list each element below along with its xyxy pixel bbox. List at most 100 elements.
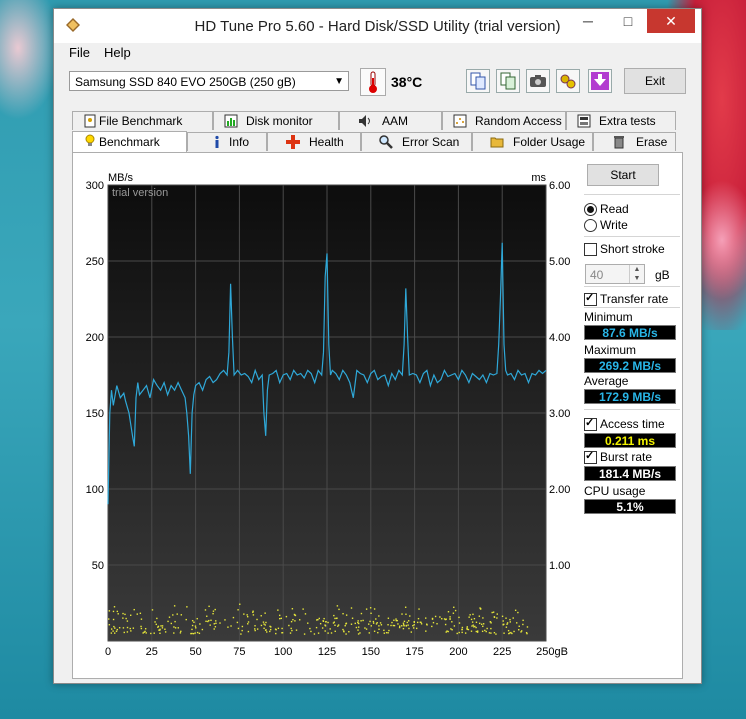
- divider: [584, 307, 680, 308]
- access-time-point: [254, 628, 256, 630]
- save-button[interactable]: [588, 69, 612, 93]
- access-time-point: [453, 606, 455, 609]
- access-time-point: [179, 632, 182, 634]
- access-time-point: [230, 625, 232, 627]
- left-tick-label: 300: [86, 180, 104, 192]
- access-time-point: [526, 626, 529, 628]
- average-value: 172.9 MB/s: [584, 389, 676, 404]
- burst-rate-checkbox[interactable]: [584, 449, 597, 464]
- transfer-rate-checkbox[interactable]: [584, 291, 597, 306]
- access-time-point: [260, 624, 263, 627]
- right-tick-label: 4.00: [549, 332, 570, 344]
- access-time-point: [467, 628, 470, 631]
- menu-help[interactable]: Help: [104, 45, 131, 60]
- tab-erase[interactable]: Erase: [593, 132, 676, 151]
- close-button[interactable]: ✕: [647, 9, 695, 33]
- access-time-point: [265, 621, 267, 624]
- access-time-point: [444, 623, 447, 626]
- spinner-arrows-icon[interactable]: ▲ ▼: [629, 265, 644, 283]
- access-time-point: [132, 627, 135, 629]
- maximize-button[interactable]: □: [611, 9, 645, 33]
- title-bar: HD Tune Pro 5.60 - Hard Disk/SSD Utility…: [54, 9, 701, 41]
- access-time-point: [185, 618, 187, 621]
- access-time-point: [436, 623, 438, 625]
- x-tick-label: 50: [189, 646, 201, 658]
- chevron-down-icon: ▼: [334, 76, 344, 87]
- access-time-point: [118, 627, 121, 629]
- access-time-point: [122, 617, 124, 619]
- start-button[interactable]: Start: [587, 164, 659, 186]
- access-time-point: [307, 622, 309, 624]
- short-stroke-spinner[interactable]: 40 ▲ ▼: [585, 264, 645, 284]
- access-time-point: [114, 632, 116, 634]
- access-time-point: [206, 615, 208, 617]
- exit-button[interactable]: Exit: [624, 68, 686, 94]
- access-time-point: [210, 619, 212, 621]
- screenshot-button[interactable]: [526, 69, 550, 93]
- tab-benchmark[interactable]: Benchmark: [72, 131, 187, 153]
- access-time-point: [204, 609, 207, 611]
- read-radio[interactable]: [584, 203, 597, 216]
- access-time-point: [113, 606, 116, 608]
- access-time-point: [517, 611, 519, 614]
- access-time-point: [195, 627, 197, 629]
- access-time-point: [370, 612, 372, 615]
- access-time-point: [443, 618, 446, 620]
- access-time-point: [270, 626, 272, 628]
- access-time-point: [387, 632, 389, 634]
- access-time-point: [173, 632, 175, 634]
- access-time-point: [473, 617, 476, 620]
- write-radio[interactable]: [584, 219, 597, 232]
- write-label: Write: [600, 218, 628, 232]
- access-time-point: [445, 618, 447, 620]
- access-time-point: [266, 631, 268, 633]
- access-time-checkbox[interactable]: [584, 416, 597, 431]
- burst-rate-label: Burst rate: [600, 450, 653, 464]
- access-time-point: [357, 629, 359, 631]
- access-time-point: [357, 633, 360, 635]
- short-stroke-checkbox[interactable]: [584, 243, 597, 256]
- access-time-point: [351, 617, 354, 619]
- access-time-point: [345, 623, 347, 625]
- copy-info-button[interactable]: [466, 69, 490, 93]
- access-time-point: [461, 626, 464, 629]
- options-button[interactable]: [556, 69, 580, 93]
- tab-file-benchmark[interactable]: File Benchmark: [72, 111, 213, 130]
- access-time-point: [170, 622, 173, 625]
- access-time-point: [512, 617, 514, 619]
- access-time-point: [191, 619, 194, 622]
- menu-file[interactable]: File: [69, 45, 90, 60]
- access-time-point: [378, 615, 380, 617]
- x-tick-label: 25: [146, 646, 158, 658]
- access-time-point: [294, 614, 297, 617]
- access-time-point: [345, 614, 348, 616]
- access-time-point: [478, 622, 481, 625]
- tab-folder-usage[interactable]: Folder Usage: [472, 132, 593, 151]
- tab-disk-monitor[interactable]: Disk monitor: [213, 111, 339, 130]
- access-time-point: [153, 632, 155, 634]
- tab-info[interactable]: Info: [187, 132, 267, 151]
- access-time-point: [237, 627, 240, 630]
- copy-all-button[interactable]: [496, 69, 520, 93]
- access-time-point: [321, 627, 324, 629]
- access-time-point: [402, 624, 405, 626]
- access-time-point: [501, 615, 504, 618]
- access-time-point: [492, 611, 495, 613]
- x-tick-label: 100: [274, 646, 292, 658]
- x-tick-label: 75: [233, 646, 245, 658]
- tab-aam[interactable]: AAM: [339, 111, 442, 130]
- access-time-point: [126, 626, 129, 629]
- disk-monitor-icon: [224, 114, 238, 128]
- minimize-button[interactable]: ─: [571, 9, 605, 33]
- access-time-point: [279, 617, 281, 620]
- tab-error-scan[interactable]: Error Scan: [361, 132, 472, 151]
- access-time-point: [237, 609, 239, 611]
- access-time-point: [486, 627, 488, 630]
- tab-random-access[interactable]: Random Access: [442, 111, 566, 130]
- tab-health[interactable]: Health: [267, 132, 361, 151]
- access-time-point: [522, 619, 524, 622]
- wallpaper-flower-light: [0, 0, 60, 120]
- tab-extra-tests[interactable]: Extra tests: [566, 111, 676, 130]
- drive-select[interactable]: Samsung SSD 840 EVO 250GB (250 gB) ▼: [69, 71, 349, 91]
- access-time-point: [279, 614, 281, 617]
